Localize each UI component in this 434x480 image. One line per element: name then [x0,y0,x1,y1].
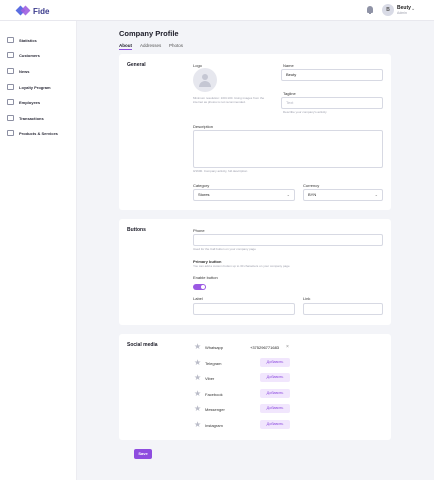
category-select[interactable]: Stores ⌄ [193,189,295,201]
social-name: Facebook [205,392,223,397]
button-link-label: Link [303,296,311,301]
social-name: Whatsapp [205,345,224,350]
social-card: Social media ★ Whatsapp +375296771683 × … [119,334,391,440]
chevron-down-icon: ⌄ [286,192,290,197]
sidebar-item-label: Customers [19,52,40,58]
button-label-label: Label [193,296,203,301]
social-name: Telegram [205,361,222,366]
sidebar-item-label: News [19,68,30,74]
add-messenger-button[interactable]: Добавить [260,404,290,413]
social-name: Messenger [205,407,225,412]
social-row-whatsapp: ★ Whatsapp +375296771683 × [194,343,289,353]
social-value: +375296771683 [250,345,280,350]
tab-photos[interactable]: Photos [169,43,183,48]
sidebar-item-label: Products & Services [19,130,58,136]
enable-button-label: Enable button [193,275,218,280]
star-icon[interactable]: ★ [194,405,201,413]
social-row-telegram: ★ Telegram Добавить [194,358,290,369]
general-card: General Logo Minimum resolution: 100×100… [119,54,391,210]
add-instagram-button[interactable]: Добавить [260,420,290,429]
currency-label: Currency [303,183,320,188]
sidebar-item-products-services[interactable]: Products & Services [7,130,58,136]
transactions-icon [7,115,14,121]
name-label: Name [283,63,294,68]
logo-label: Logo [193,63,202,68]
currency-value: BYN [308,192,317,197]
tagline-hint: Describe your company's activity [283,110,327,114]
star-icon[interactable]: ★ [194,343,201,351]
add-telegram-button[interactable]: Добавить [260,358,290,367]
top-bar: Fide B Beuty Admin ⌄ [0,0,434,21]
phone-label: Phone [193,228,205,233]
add-facebook-button[interactable]: Добавить [260,389,290,398]
button-link-field[interactable] [303,303,383,315]
primary-button-hint: You can add a custom button up to 30 cha… [193,264,290,268]
sidebar-item-loyalty-program[interactable]: Loyalty Program [7,84,51,90]
sidebar-item-news[interactable]: News [7,68,29,74]
tab-about[interactable]: About [119,43,132,48]
logo-hint: Minimum resolution: 100×100. Using image… [193,96,265,104]
sidebar: Statistics Customers News Loyalty Progra… [0,21,77,480]
description-hint: 0/1600. Company activity, full descripti… [193,169,248,173]
app-name: Fide [33,6,50,16]
currency-select[interactable]: BYN ⌄ [303,189,383,201]
add-viber-button[interactable]: Добавить [260,373,290,382]
gift-icon [7,84,14,90]
tagline-field[interactable]: Text [281,97,383,109]
chevron-down-icon[interactable]: ⌄ [411,6,415,12]
sidebar-item-transactions[interactable]: Transactions [7,115,44,121]
social-row-facebook: ★ Facebook Добавить [194,389,290,400]
page-title: Company Profile [119,29,179,38]
star-icon[interactable]: ★ [194,390,201,398]
news-icon [7,68,14,74]
social-name: Instagram [205,423,223,428]
social-row-messenger: ★ Messenger Добавить [194,404,290,415]
star-icon[interactable]: ★ [194,374,201,382]
social-row-viber: ★ Viber Добавить [194,373,290,384]
description-label: Description [193,124,214,129]
category-label: Category [193,183,210,188]
social-row-instagram: ★ Instagram Добавить [194,420,290,431]
sidebar-item-label: Transactions [19,115,44,121]
cart-icon [7,130,14,136]
sidebar-item-employees[interactable]: Employees [7,99,40,105]
buttons-card: Buttons Phone Used for the Call button o… [119,219,391,325]
general-title: General [127,62,146,68]
bell-icon[interactable] [367,6,373,14]
sidebar-item-label: Statistics [19,37,37,43]
logo-upload[interactable] [193,68,217,92]
chevron-down-icon: ⌄ [374,192,378,197]
user-placeholder-icon [202,74,208,80]
user-role: Admin [397,11,407,15]
social-title: Social media [127,342,158,348]
social-name: Viber [205,376,215,381]
chart-icon [7,37,14,43]
toggle-knob [201,285,205,289]
active-tab-indicator [119,49,132,50]
enable-button-toggle[interactable] [193,284,206,290]
close-icon[interactable]: × [286,344,289,350]
tab-addresses[interactable]: Addresses [140,43,161,48]
users-icon [7,52,14,58]
buttons-title: Buttons [127,227,146,233]
employees-icon [7,99,14,105]
name-field[interactable]: Beuty [281,69,383,81]
button-label-field[interactable] [193,303,295,315]
category-value: Stores [198,192,210,197]
sidebar-item-statistics[interactable]: Statistics [7,37,37,43]
save-button[interactable]: Save [134,449,152,459]
star-icon[interactable]: ★ [194,359,201,367]
phone-hint: Used for the Call button on your company… [193,247,256,251]
sidebar-item-customers[interactable]: Customers [7,52,40,58]
phone-field[interactable] [193,234,383,246]
avatar[interactable]: B [382,4,394,16]
tagline-label: Tagline [283,91,296,96]
star-icon[interactable]: ★ [194,421,201,429]
sidebar-item-label: Employees [19,99,41,105]
sidebar-item-label: Loyalty Program [19,84,51,90]
logo-icon [15,5,31,17]
description-field[interactable] [193,130,383,168]
app-logo[interactable]: Fide [15,5,50,17]
